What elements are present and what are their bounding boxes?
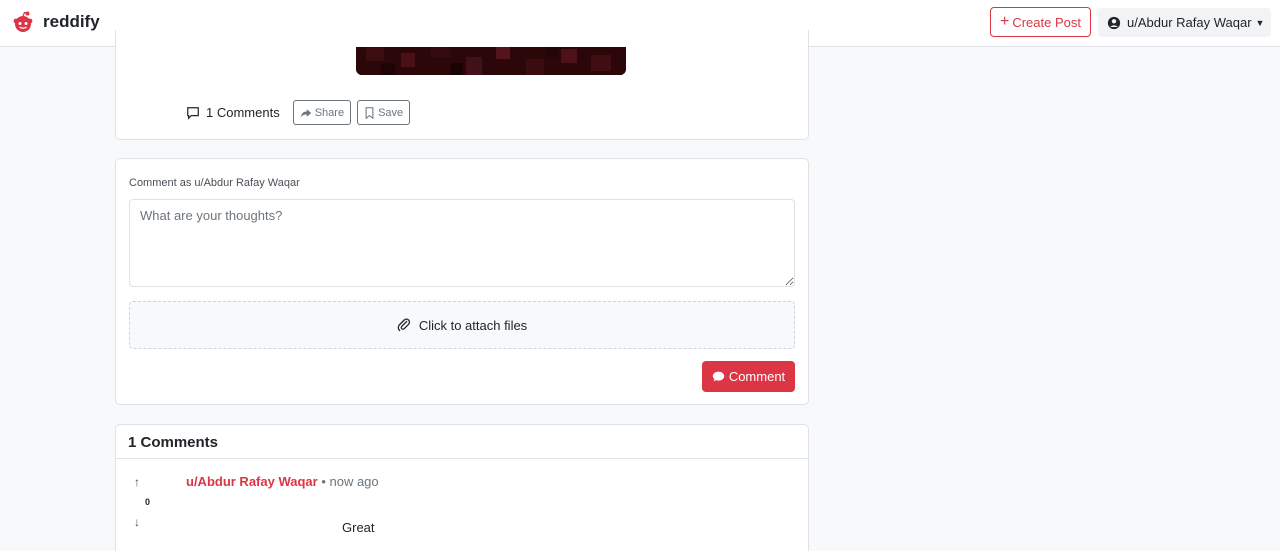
comments-count-label: 1 Comments	[206, 105, 280, 120]
user-menu-dropdown[interactable]: u/Abdur Rafay Waqar ▼	[1098, 8, 1271, 37]
brand-link[interactable]: reddify	[11, 10, 100, 34]
user-circle-icon	[1107, 16, 1121, 29]
comment-body: Great	[342, 520, 375, 535]
post-image	[356, 47, 626, 75]
chat-bubble-icon	[712, 371, 724, 382]
submit-comment-button[interactable]: Comment	[702, 361, 795, 392]
comment-meta: u/Abdur Rafay Waqar • now ago	[186, 474, 379, 489]
bookmark-icon	[365, 106, 374, 119]
comment-author-link[interactable]: u/Abdur Rafay Waqar	[186, 474, 318, 489]
share-icon	[300, 108, 311, 117]
user-menu-label: u/Abdur Rafay Waqar	[1127, 15, 1252, 30]
comment-as-label: Comment as u/Abdur Rafay Waqar	[129, 177, 300, 189]
attach-files-label: Click to attach files	[418, 317, 528, 333]
chat-square-icon	[187, 106, 199, 120]
comments-card: 1 Comments ↑ 0 ↓ u/Abdur Rafay Waqar • n…	[115, 424, 809, 551]
reddit-logo-icon	[13, 11, 33, 32]
create-post-button[interactable]: + Create Post	[990, 7, 1091, 37]
comments-link[interactable]: 1 Comments	[186, 105, 280, 120]
paperclip-icon	[397, 318, 410, 332]
attach-files-dropzone[interactable]: Click to attach files	[129, 301, 795, 349]
upvote-arrow-icon[interactable]: ↑	[134, 475, 140, 489]
brand-name: reddify	[43, 12, 100, 31]
comment-timestamp: • now ago	[321, 474, 379, 489]
downvote-arrow-icon[interactable]: ↓	[134, 515, 140, 529]
caret-down-icon: ▼	[1255, 17, 1265, 28]
comment-textarea[interactable]	[129, 199, 795, 287]
comment-form-card: Comment as u/Abdur Rafay Waqar Click to …	[115, 158, 809, 405]
vote-count: 0	[145, 497, 151, 507]
share-button[interactable]: Share	[292, 100, 352, 125]
post-card: 1 Comments Share Save	[115, 30, 809, 140]
save-button[interactable]: Save	[357, 100, 411, 125]
share-label: Share	[314, 106, 345, 119]
comments-header: 1 Comments	[116, 425, 808, 459]
submit-comment-label: Comment	[728, 369, 786, 384]
create-post-label: Create Post	[1012, 14, 1081, 30]
post-image-pixels	[356, 47, 626, 75]
post-actions: 1 Comments Share Save	[186, 100, 416, 125]
save-label: Save	[378, 106, 404, 119]
plus-icon: +	[1000, 13, 1010, 30]
